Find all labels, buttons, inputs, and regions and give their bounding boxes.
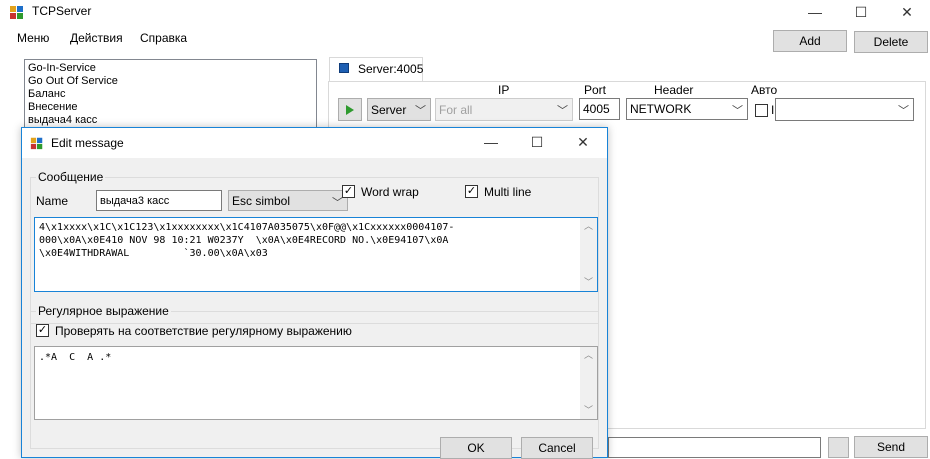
encoding-value: Esc simbol bbox=[232, 193, 291, 208]
regex-check-label: Проверять на соответствие регулярному вы… bbox=[55, 324, 352, 338]
chevron-down-icon: ﹀ bbox=[557, 105, 568, 117]
chevron-down-icon: ﹀ bbox=[732, 105, 743, 117]
list-item[interactable]: выдача4 касс bbox=[28, 114, 97, 127]
dialog-body: Сообщение Name выдача3 касс Esc simbol ﹀… bbox=[22, 158, 607, 459]
list-item[interactable]: Внесение bbox=[28, 101, 77, 114]
name-label: Name bbox=[36, 194, 69, 208]
app-icon bbox=[10, 6, 23, 19]
word-wrap-label: Word wrap bbox=[361, 185, 419, 199]
scroll-down-icon[interactable]: ﹀ bbox=[580, 274, 597, 291]
minimize-icon: — bbox=[808, 4, 822, 20]
edit-message-dialog: Edit message — ☐ ✕ Сообщение Name выдача… bbox=[21, 127, 608, 459]
message-textarea[interactable]: 4\x1xxxx\x1C\x1C123\x1xxxxxxxx\x1C4107A0… bbox=[34, 217, 598, 292]
chevron-down-icon: ﹀ bbox=[898, 105, 909, 117]
close-button[interactable]: ✕ bbox=[884, 0, 930, 24]
cancel-button[interactable]: Cancel bbox=[521, 437, 593, 459]
maximize-icon: ☐ bbox=[530, 133, 544, 150]
window-title: TCPServer bbox=[32, 4, 92, 18]
start-button[interactable] bbox=[338, 98, 362, 121]
add-button[interactable]: Add bbox=[773, 30, 847, 52]
menu-help[interactable]: Справка bbox=[140, 31, 187, 45]
regex-checkbox[interactable]: ✓ bbox=[36, 324, 49, 337]
dialog-title-bar: Edit message — ☐ ✕ bbox=[22, 128, 607, 158]
scroll-down-icon[interactable]: ﹀ bbox=[580, 402, 597, 419]
delete-button[interactable]: Delete bbox=[854, 31, 928, 53]
send-input[interactable] bbox=[608, 437, 821, 458]
auto-select[interactable]: ﹀ bbox=[775, 98, 914, 121]
list-item[interactable]: Go Out Of Service bbox=[28, 75, 118, 88]
scroll-up-icon[interactable]: ︿ bbox=[580, 347, 597, 364]
send-button[interactable]: Send bbox=[854, 436, 928, 458]
multi-line-label: Multi line bbox=[484, 185, 532, 199]
ip-select[interactable]: For all ﹀ bbox=[435, 98, 573, 121]
maximize-button[interactable]: ☐ bbox=[838, 0, 884, 24]
regex-textarea[interactable]: .*A C A .* ︿ ﹀ bbox=[34, 346, 598, 420]
scroll-up-icon[interactable]: ︿ bbox=[580, 218, 597, 235]
port-header: Port bbox=[584, 83, 607, 97]
app-icon bbox=[30, 137, 43, 150]
send-options-button[interactable] bbox=[828, 437, 849, 458]
close-icon: ✕ bbox=[901, 3, 913, 20]
regex-scrollbar[interactable]: ︿ ﹀ bbox=[580, 347, 597, 419]
mode-select[interactable]: Server ﹀ bbox=[367, 98, 431, 121]
list-item[interactable]: Баланс bbox=[28, 88, 65, 101]
tab-server-4005[interactable]: Server:4005 bbox=[329, 57, 423, 82]
regex-text: .*A C A .* bbox=[39, 352, 112, 363]
dialog-title: Edit message bbox=[51, 136, 124, 150]
dialog-close-button[interactable]: ✕ bbox=[560, 130, 606, 154]
chevron-down-icon: ﹀ bbox=[415, 105, 426, 117]
auto-label: I bbox=[771, 103, 775, 117]
minimize-button[interactable]: — bbox=[792, 0, 838, 24]
dialog-minimize-button[interactable]: — bbox=[468, 130, 514, 154]
menu-actions[interactable]: Действия bbox=[70, 31, 123, 45]
header-header: Header bbox=[654, 83, 694, 97]
auto-header: Авто bbox=[751, 83, 778, 97]
header-value: NETWORK bbox=[630, 102, 692, 116]
tab-label: Server:4005 bbox=[358, 62, 424, 76]
ok-button[interactable]: OK bbox=[440, 437, 512, 459]
menu-main[interactable]: Меню bbox=[17, 31, 49, 45]
message-list[interactable]: Go-In-Service Go Out Of Service Баланс В… bbox=[24, 59, 317, 129]
word-wrap-checkbox[interactable]: ✓ bbox=[342, 185, 355, 198]
minimize-icon: — bbox=[484, 134, 498, 150]
maximize-icon: ☐ bbox=[854, 3, 868, 20]
message-group-title: Сообщение bbox=[36, 170, 106, 184]
dialog-maximize-button[interactable]: ☐ bbox=[514, 130, 560, 154]
name-input[interactable]: выдача3 касс bbox=[96, 190, 222, 211]
encoding-select[interactable]: Esc simbol ﹀ bbox=[228, 190, 348, 211]
message-text: 4\x1xxxx\x1C\x1C123\x1xxxxxxxx\x1C4107A0… bbox=[39, 222, 455, 259]
regex-group-title: Регулярное выражение bbox=[36, 304, 171, 318]
mode-value: Server bbox=[371, 102, 407, 117]
ip-header: IP bbox=[498, 83, 510, 97]
close-icon: ✕ bbox=[577, 133, 589, 150]
message-scrollbar[interactable]: ︿ ﹀ bbox=[580, 218, 597, 291]
list-item[interactable]: Go-In-Service bbox=[28, 62, 96, 75]
header-select[interactable]: NETWORK ﹀ bbox=[626, 98, 748, 120]
port-input[interactable]: 4005 bbox=[579, 98, 620, 120]
title-bar: TCPServer — ☐ ✕ bbox=[0, 0, 930, 24]
server-icon bbox=[339, 63, 349, 73]
multi-line-checkbox[interactable]: ✓ bbox=[465, 185, 478, 198]
play-icon bbox=[346, 104, 354, 115]
auto-checkbox[interactable] bbox=[755, 104, 768, 117]
ip-value: For all bbox=[439, 102, 473, 117]
